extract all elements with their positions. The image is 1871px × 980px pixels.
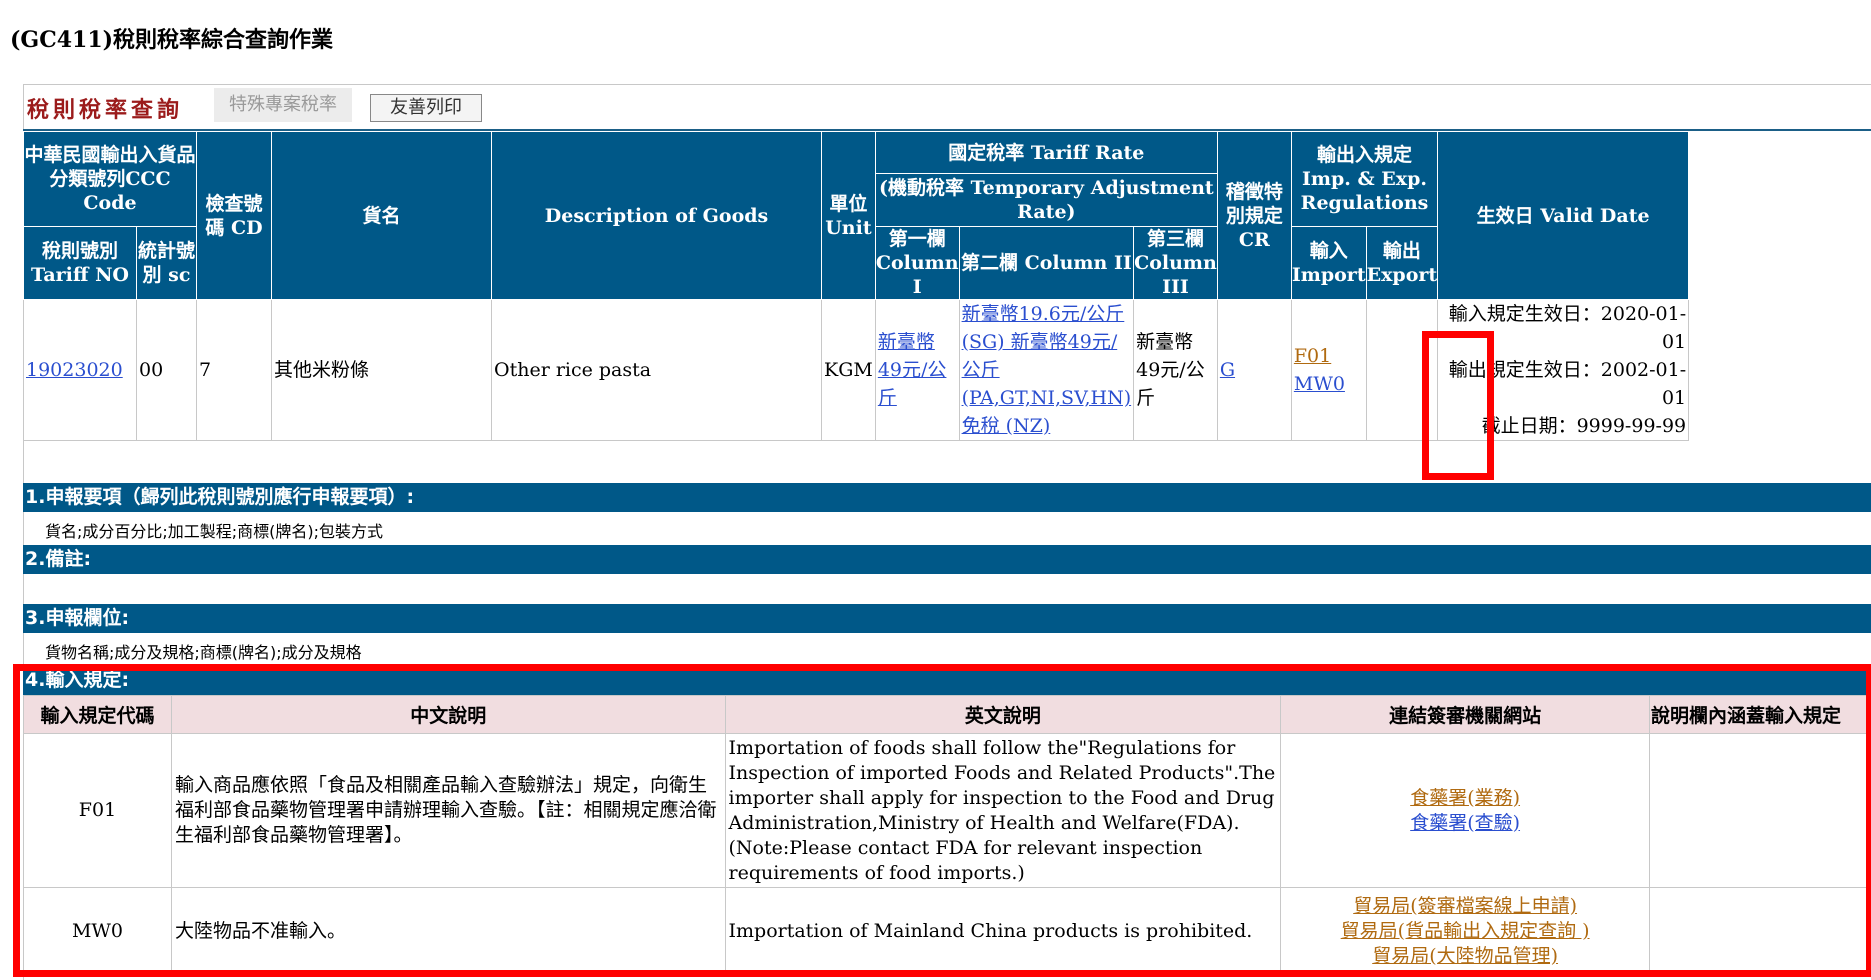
import-code-f01-link[interactable]: F01 (1294, 345, 1331, 367)
header-goods-zh: 貨名 (271, 131, 492, 300)
header-sc: 統計號別 sc (136, 226, 197, 300)
col2-rate-link[interactable]: 新臺幣19.6元/公斤 (SG) 新臺幣49元/公斤 (PA,GT,NI,SV,… (962, 303, 1132, 437)
header-regulations: 輸出入規定 Imp. & Exp. Regulations (1290, 131, 1439, 227)
header-col1: 第一欄 Column I (874, 226, 960, 300)
header-cd: 檢查號碼 CD (196, 131, 272, 300)
header-tariff-rate: 國定稅率 Tariff Rate (874, 131, 1218, 174)
goods-zh-value: 其他米粉條 (271, 299, 492, 441)
cr-link[interactable]: G (1220, 359, 1235, 381)
section-declaration-fields: 3.申報欄位: (23, 604, 1871, 633)
section-remarks: 2.備註: (23, 545, 1871, 574)
section-declaration-items: 1.申報要項（歸列此稅則號別應行申報要項）: (23, 483, 1871, 512)
import-code-mw0-link[interactable]: MW0 (1294, 373, 1345, 395)
header-unit: 單位 Unit (821, 131, 876, 300)
header-tariff-no: 稅則號別 Tariff NO (23, 226, 137, 300)
header-col2: 第二欄 Column II (958, 226, 1135, 300)
col1-rate-link[interactable]: 新臺幣49元/公斤 (878, 331, 947, 409)
header-cr: 稽徵特別規定 CR (1216, 131, 1292, 300)
tab-tariff-query[interactable]: 稅則稅率查詢 (27, 92, 183, 124)
col3-rate-value: 新臺幣49元/公斤 (1133, 299, 1218, 441)
header-import: 輸入 Import (1290, 226, 1367, 300)
cd-value: 7 (196, 299, 272, 441)
declaration-items-text: 貨名;成分百分比;加工製程;商標(牌名);包裝方式 (45, 522, 384, 541)
tab-bar: 稅則稅率查詢 特殊專案稅率 友善列印 (23, 86, 1871, 128)
highlight-box-import-codes (1422, 331, 1494, 480)
page-title: (GC411)稅則稅率綜合查詢作業 (10, 27, 334, 53)
declaration-fields-text: 貨物名稱;成分及規格;商標(牌名);成分及規格 (45, 643, 362, 662)
highlight-box-import-regulations (13, 664, 1871, 977)
tab-special-project-rate[interactable]: 特殊專案稅率 (214, 88, 352, 122)
unit-value: KGM (821, 299, 876, 441)
goods-en-value: Other rice pasta (491, 299, 822, 441)
friendly-print-button[interactable]: 友善列印 (370, 94, 482, 122)
header-col3: 第三欄 Column III (1133, 226, 1218, 300)
header-goods-en: Description of Goods (491, 131, 822, 300)
header-ccc-code: 中華民國輸出入貨品分類號列CCC Code (23, 131, 197, 227)
header-temp-rate: (機動稅率 Temporary Adjustment Rate) (874, 173, 1218, 227)
tariff-no-link[interactable]: 19023020 (26, 359, 123, 381)
header-export: 輸出 Export (1365, 226, 1439, 300)
sc-value: 00 (136, 299, 197, 441)
header-valid-date: 生效日 Valid Date (1437, 131, 1690, 300)
